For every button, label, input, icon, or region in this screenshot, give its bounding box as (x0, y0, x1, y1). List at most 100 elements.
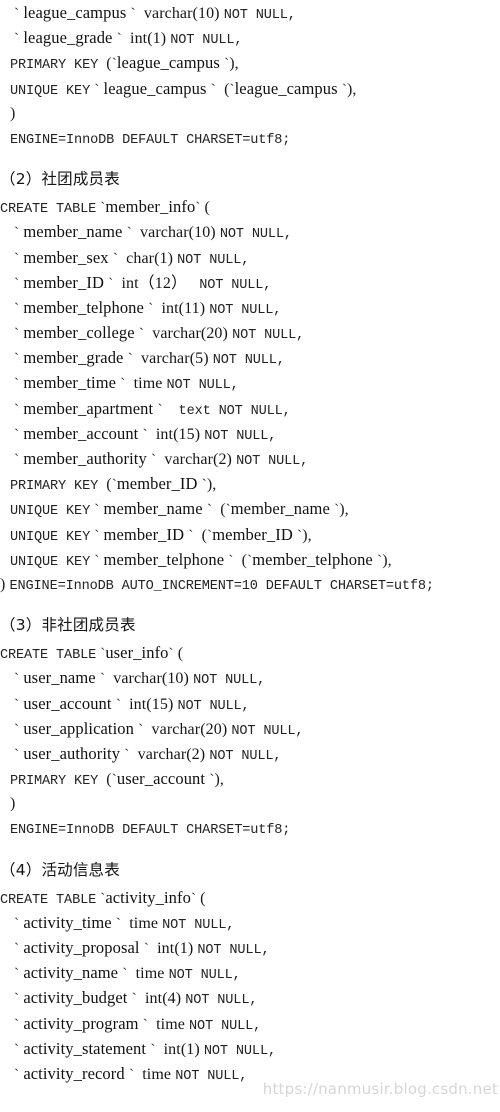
code-token-id: member_account (19, 423, 143, 443)
code-token-ty: int(1) (148, 940, 198, 957)
code-line: PRIMARY KEY (`member_ID `), (0, 471, 500, 496)
code-token-punct: ( (173, 645, 184, 663)
code-token-kw: NOT NULL, (197, 943, 270, 958)
code-token-id: user_account (116, 769, 210, 789)
code-token-kw: PRIMARY KEY (10, 58, 99, 74)
code-token-punct: ), (382, 551, 392, 569)
code-line: UNIQUE KEY ` league_campus ` (`league_ca… (0, 76, 500, 101)
code-token-punct: ( (98, 55, 112, 73)
code-line: ` member_sex ` char(1) NOT NULL, (0, 245, 500, 270)
code-token-kw: NOT NULL, (203, 1043, 276, 1059)
code-token-punct: ), (346, 80, 357, 98)
code-token-id: user_name (19, 668, 100, 688)
sql-code-content: ` league_campus ` varchar(10) NOT NULL, `… (0, 0, 500, 1086)
code-token-ty: time (125, 375, 167, 393)
code-token-ty: int（12） (113, 274, 192, 292)
code-token-punct: ( (233, 551, 248, 569)
code-token-id: league_campus (19, 3, 131, 22)
section-heading-activity-info: （4）活动信息表 (0, 860, 120, 879)
code-token-id: member_telphone (99, 549, 229, 569)
code-token-punct: ( (98, 476, 112, 494)
code-block-user-info: （3）非社团成员表 CREATE TABLE `user_info` (` use… (0, 597, 500, 842)
code-block-league-info-tail: ` league_campus ` varchar(10) NOT NULL, `… (0, 0, 500, 151)
code-token-id: member_name (230, 499, 335, 519)
code-token-kw: ENGINE=InnoDB AUTO_INCREMENT=10 DEFAULT … (9, 578, 435, 594)
code-line: ` member_name ` varchar(10) NOT NULL, (0, 219, 500, 244)
code-token-ty: int(1) (121, 30, 171, 48)
code-token-id: activity_name (19, 963, 123, 983)
code-token-id: member_telphone (19, 297, 149, 317)
block-spacer (0, 597, 500, 610)
code-line: ` activity_time ` time NOT NULL, (0, 910, 500, 935)
code-token-ty: varchar(20) (143, 720, 232, 738)
code-token-id: activity_record (19, 1063, 129, 1083)
code-token-punct: ( (193, 526, 208, 544)
code-token-ty: varchar(2) (156, 451, 237, 468)
code-token-id: member_grade (19, 348, 128, 368)
code-token-punct: ) (0, 575, 10, 593)
code-token-id: activity_program (19, 1013, 143, 1033)
code-token-punct: ( (98, 771, 112, 789)
code-token-id: user_info (105, 643, 169, 663)
code-token-kw: NOT NULL, (177, 252, 250, 268)
code-token-ty: varchar(10) (135, 5, 224, 22)
code-token-ty: time (121, 914, 163, 932)
code-token-ty: time (147, 1015, 190, 1033)
code-line: ` activity_proposal ` int(1) NOT NULL, (0, 935, 500, 960)
code-token-kw: UNIQUE KEY (10, 504, 91, 520)
code-token-ty: int(15) (120, 695, 178, 713)
code-line: ` activity_name ` time NOT NULL, (0, 960, 500, 985)
code-line: CREATE TABLE `member_info` ( (0, 194, 500, 219)
code-token-kw: NOT NULL, (189, 1018, 262, 1034)
code-token-id: member_ID (116, 474, 202, 494)
code-token-punct: ), (214, 771, 224, 789)
code-line: ` member_grade ` varchar(5) NOT NULL, (0, 345, 500, 370)
code-token-kw: NOT NULL, (212, 353, 285, 369)
code-token-id: league_campus (116, 53, 225, 73)
code-line: ` activity_budget ` int(4) NOT NULL, (0, 985, 500, 1010)
code-token-punct: ), (302, 526, 312, 544)
code-line: ` user_authority ` varchar(2) NOT NULL, (0, 741, 500, 766)
code-token-kw: NOT NULL, (166, 378, 239, 394)
code-line: ` member_college ` varchar(20) NOT NULL, (0, 320, 500, 345)
code-block-activity-info: （4）活动信息表 CREATE TABLE `activity_info` (` … (0, 842, 500, 1087)
code-token-ty: varchar(10) (105, 670, 194, 688)
code-token-punct: ) (10, 104, 16, 122)
code-token-ty: time (134, 1065, 176, 1083)
code-token-id: member_apartment (19, 398, 158, 418)
code-token-ty: int(15) (147, 425, 205, 443)
code-token-ty: int(11) (153, 299, 210, 317)
code-line: ` member_authority ` varchar(2) NOT NULL… (0, 446, 500, 471)
code-token-kw: NOT NULL, (209, 302, 282, 318)
block-spacer (0, 842, 500, 855)
code-line: ` member_apartment ` text NOT NULL, (0, 396, 500, 421)
code-token-ty: int(1) (155, 1040, 204, 1058)
code-token-id: activity_statement (19, 1038, 151, 1058)
code-token-punct: ), (229, 55, 239, 73)
code-line: ) (0, 101, 500, 126)
code-token-kw: NOT NULL, (177, 698, 250, 714)
code-token-kw: NOT NULL, (185, 993, 258, 1009)
code-token-ty: char(1) (117, 249, 178, 267)
code-token-id: activity_time (19, 912, 116, 932)
code-token-id: user_authority (19, 743, 125, 763)
code-line: ` league_campus ` varchar(10) NOT NULL, (0, 0, 500, 25)
code-token-kw: NOT NULL, (236, 454, 309, 469)
code-token-kw: NOT NULL, (193, 673, 266, 689)
code-token-punct: ( (200, 199, 210, 217)
code-token-kw: NOT NULL, (162, 917, 235, 933)
code-token-punct: ) (10, 795, 16, 813)
document-page: ` league_campus ` varchar(10) NOT NULL, `… (0, 0, 500, 1112)
section-heading-member-info: （2）社团成员表 (0, 170, 120, 189)
code-token-punct: ( (212, 501, 226, 519)
code-token-id: user_account (19, 693, 116, 713)
code-line: ENGINE=InnoDB DEFAULT CHARSET=utf8; (0, 816, 500, 841)
code-token-kw: ENGINE=InnoDB DEFAULT CHARSET=utf8; (10, 823, 291, 839)
code-line: ` league_grade ` int(1) NOT NULL, (0, 25, 500, 50)
code-token-kw: UNIQUE KEY (10, 529, 91, 545)
code-token-ty: varchar(5) (132, 350, 213, 368)
code-token-punct: ), (339, 501, 349, 519)
code-token-kw: NOT NULL, (231, 723, 304, 739)
code-line: ` member_ID ` int（12） NOT NULL, (0, 270, 500, 295)
code-block-member-info: （2）社团成员表 CREATE TABLE `member_info` (` me… (0, 151, 500, 597)
